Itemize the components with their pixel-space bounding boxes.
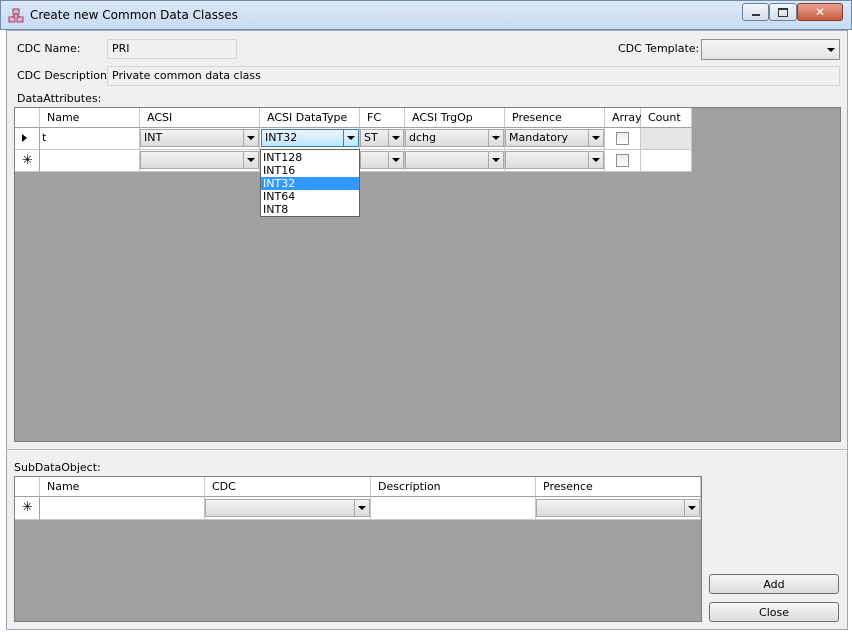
dropdown-option-selected[interactable]: INT32	[261, 177, 359, 190]
maximize-button[interactable]	[769, 3, 797, 21]
cdc-select[interactable]	[205, 499, 370, 517]
chevron-down-icon	[823, 40, 839, 59]
cell-acsi-trgop[interactable]: dchg	[405, 128, 505, 150]
chevron-down-icon	[588, 130, 603, 146]
minimize-icon	[751, 14, 760, 16]
cell-cdc[interactable]	[205, 497, 371, 520]
column-header-description[interactable]: Description	[371, 477, 536, 497]
cdc-description-field[interactable]: Private common data class	[107, 66, 840, 86]
chevron-down-icon	[343, 130, 358, 146]
presence-select[interactable]: Mandatory	[505, 129, 604, 147]
column-header-presence[interactable]: Presence	[536, 477, 701, 497]
cdc-description-label: CDC Description:	[17, 69, 111, 82]
chevron-down-icon	[684, 500, 699, 516]
acsi-datatype-value: INT32	[265, 131, 298, 144]
chevron-down-icon	[354, 500, 369, 516]
cell-fc[interactable]	[360, 150, 405, 172]
new-row-selector[interactable]: ✳	[15, 497, 40, 520]
cell-array[interactable]	[605, 150, 641, 172]
cell-count[interactable]	[641, 128, 692, 150]
add-button[interactable]: Add	[709, 574, 839, 594]
chevron-down-icon	[388, 130, 403, 146]
chevron-down-icon	[488, 130, 503, 146]
cell-presence[interactable]	[505, 150, 605, 172]
cell-acsi[interactable]	[140, 150, 260, 172]
cdc-template-select[interactable]	[701, 39, 840, 60]
new-row-icon: ✳	[22, 153, 33, 168]
chevron-down-icon	[243, 130, 258, 146]
column-header-acsi-datatype[interactable]: ACSI DataType	[260, 108, 360, 128]
dropdown-option[interactable]: INT128	[261, 151, 359, 164]
row-header-corner	[15, 477, 40, 497]
cdc-template-label: CDC Template:	[618, 42, 700, 55]
trgop-select[interactable]	[405, 151, 504, 169]
array-checkbox[interactable]	[616, 154, 629, 167]
cell-presence[interactable]: Mandatory	[505, 128, 605, 150]
dropdown-option[interactable]: INT8	[261, 203, 359, 216]
dropdown-option[interactable]: INT64	[261, 190, 359, 203]
acsi-select[interactable]	[140, 151, 259, 169]
column-header-cdc[interactable]: CDC	[205, 477, 371, 497]
cell-name[interactable]: t	[40, 128, 140, 150]
splitter[interactable]	[7, 449, 847, 451]
fc-select[interactable]	[360, 151, 404, 169]
presence-select[interactable]	[505, 151, 604, 169]
presence-value: Mandatory	[509, 131, 569, 144]
cell-description[interactable]	[371, 497, 536, 520]
cell-array[interactable]	[605, 128, 641, 150]
acsi-value: INT	[144, 131, 163, 144]
maximize-icon	[778, 7, 788, 17]
cell-fc[interactable]: ST	[360, 128, 405, 150]
acsi-datatype-dropdown-list[interactable]: INT128 INT16 INT32 INT64 INT8	[260, 149, 360, 217]
column-header-acsi-trgop[interactable]: ACSI TrgOp	[405, 108, 505, 128]
window-title: Create new Common Data Classes	[30, 8, 238, 22]
cell-name[interactable]	[40, 150, 140, 172]
cdc-name-field[interactable]: PRI	[107, 39, 237, 59]
acsi-select[interactable]: INT	[140, 129, 259, 147]
cdc-name-label: CDC Name:	[17, 42, 81, 55]
column-header-fc[interactable]: FC	[360, 108, 405, 128]
row-header-corner	[15, 108, 40, 128]
cell-acsi-trgop[interactable]	[405, 150, 505, 172]
trgop-value: dchg	[409, 131, 436, 144]
column-header-acsi[interactable]: ACSI	[140, 108, 260, 128]
app-icon	[8, 8, 24, 24]
minimize-button[interactable]	[742, 3, 769, 21]
data-attributes-label: DataAttributes:	[17, 92, 102, 105]
close-icon: ✕	[814, 5, 826, 19]
cell-presence[interactable]	[536, 497, 701, 520]
chevron-down-icon	[588, 152, 603, 168]
chevron-down-icon	[388, 152, 403, 168]
column-header-name[interactable]: Name	[40, 477, 205, 497]
trgop-select[interactable]: dchg	[405, 129, 504, 147]
column-header-presence[interactable]: Presence	[505, 108, 605, 128]
dropdown-option[interactable]: INT16	[261, 164, 359, 177]
sub-data-object-label: SubDataObject:	[14, 461, 101, 474]
column-header-count[interactable]: Count	[641, 108, 692, 128]
chevron-down-icon	[243, 152, 258, 168]
current-row-icon	[22, 134, 27, 142]
column-header-name[interactable]: Name	[40, 108, 140, 128]
fc-select[interactable]: ST	[360, 129, 404, 147]
new-row-icon: ✳	[22, 500, 33, 515]
acsi-datatype-select[interactable]: INT32	[261, 129, 359, 147]
chevron-down-icon	[488, 152, 503, 168]
column-header-array[interactable]: Array	[605, 108, 642, 128]
close-window-button[interactable]: ✕	[797, 3, 843, 21]
close-button[interactable]: Close	[709, 602, 839, 622]
cell-acsi-datatype[interactable]: INT32	[260, 128, 360, 150]
cell-name[interactable]	[40, 497, 205, 520]
row-selector[interactable]	[15, 128, 40, 150]
cell-acsi[interactable]: INT	[140, 128, 260, 150]
new-row-selector[interactable]: ✳	[15, 150, 40, 172]
array-checkbox[interactable]	[616, 132, 629, 145]
fc-value: ST	[364, 131, 378, 144]
cell-count[interactable]	[641, 150, 692, 172]
presence-select[interactable]	[536, 499, 700, 517]
